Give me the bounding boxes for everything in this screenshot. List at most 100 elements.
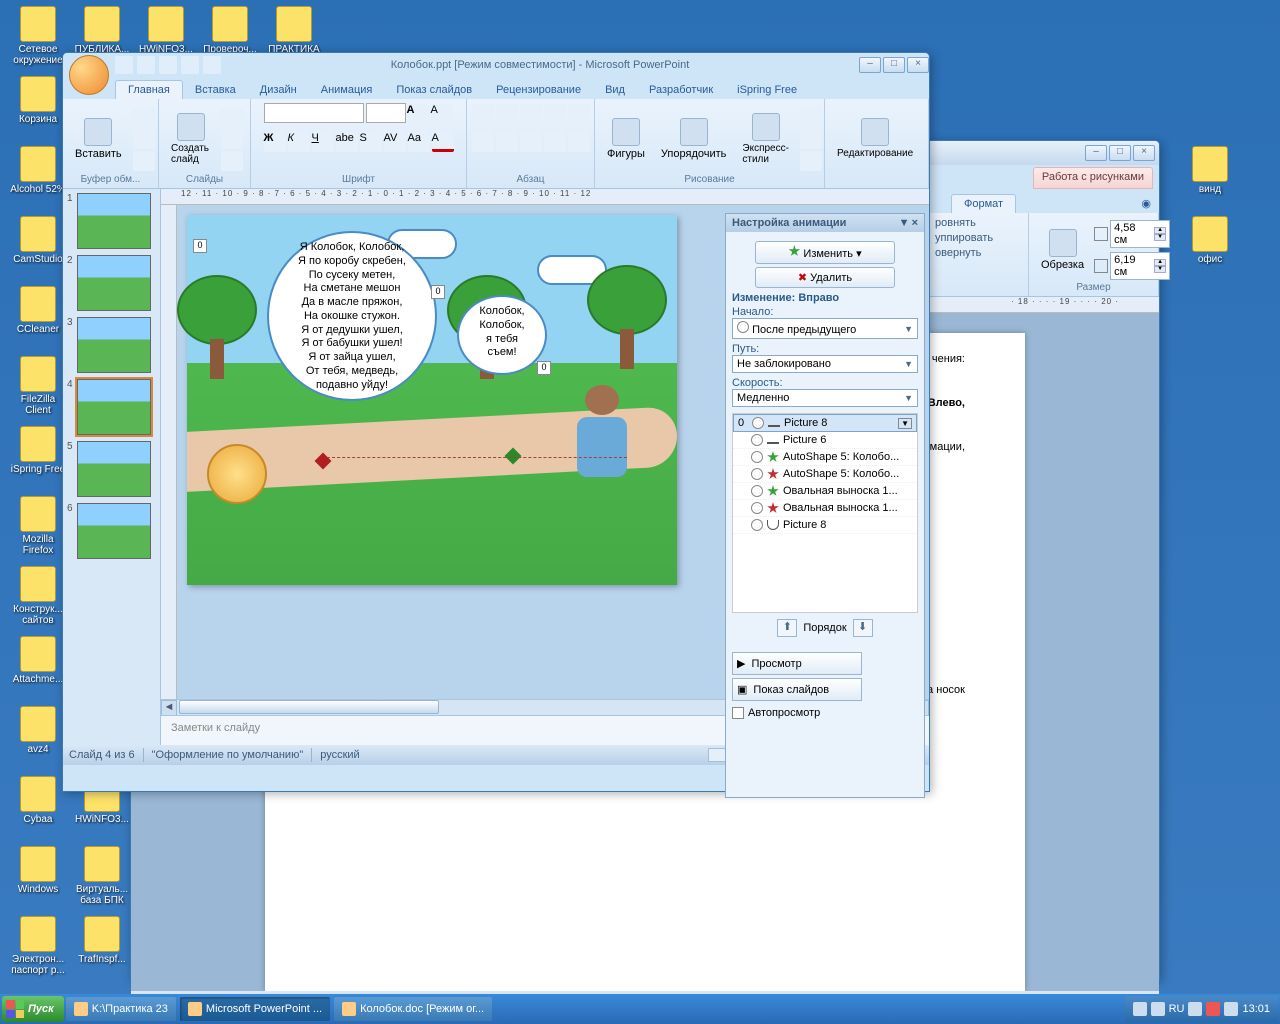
- taskbar-button[interactable]: Колобок.doc [Режим ог...: [334, 997, 492, 1021]
- animation-item[interactable]: Picture 6: [733, 432, 917, 449]
- undo-icon[interactable]: [137, 56, 155, 74]
- animation-item[interactable]: Picture 8: [733, 517, 917, 534]
- shape-fill-icon[interactable]: [800, 107, 822, 127]
- italic-icon[interactable]: К: [288, 132, 310, 152]
- slide-indicator[interactable]: Слайд 4 из 6: [69, 749, 135, 761]
- move-up-button[interactable]: ⬆: [777, 619, 797, 637]
- animation-item[interactable]: AutoShape 5: Колобо...: [733, 449, 917, 466]
- tray-icon[interactable]: [1188, 1002, 1202, 1016]
- item-dropdown-icon[interactable]: ▼: [898, 418, 912, 429]
- slide-thumbnail[interactable]: 1: [67, 193, 156, 249]
- numbering-icon[interactable]: [496, 104, 518, 124]
- desktop-icon[interactable]: винд: [1180, 146, 1240, 195]
- tray-icon[interactable]: [1206, 1002, 1220, 1016]
- close-button[interactable]: ×: [907, 57, 929, 73]
- minimize-button[interactable]: –: [1085, 145, 1107, 161]
- shrink-font-icon[interactable]: A: [431, 104, 453, 124]
- maximize-button[interactable]: □: [883, 57, 905, 73]
- tray-lang[interactable]: RU: [1169, 1003, 1185, 1015]
- align-center-icon[interactable]: [496, 132, 518, 152]
- save-icon[interactable]: [115, 56, 133, 74]
- pp-lang[interactable]: русский: [320, 749, 359, 761]
- change-case-icon[interactable]: Aa: [408, 132, 430, 152]
- redo-icon[interactable]: [159, 56, 177, 74]
- normal-view[interactable]: [708, 748, 726, 762]
- anim-pane-close-icon[interactable]: ×: [912, 217, 918, 229]
- underline-icon[interactable]: Ч: [312, 132, 334, 152]
- indent-left-icon[interactable]: [520, 104, 542, 124]
- line-spacing-icon[interactable]: [568, 104, 590, 124]
- speed-select[interactable]: Медленно▼: [732, 389, 918, 407]
- ribbon-tab-вставка[interactable]: Вставка: [183, 81, 248, 99]
- format-tab[interactable]: Формат: [951, 194, 1016, 213]
- scroll-left-icon[interactable]: ◄: [161, 700, 177, 716]
- tray-icon[interactable]: [1224, 1002, 1238, 1016]
- editing-button[interactable]: Редактирование: [831, 116, 919, 161]
- desktop-icon[interactable]: Attachme...: [8, 636, 68, 685]
- desktop-icon[interactable]: Провероч...: [200, 6, 260, 55]
- reset-icon[interactable]: [221, 129, 243, 149]
- print-preview-icon[interactable]: [203, 56, 221, 74]
- bullets-icon[interactable]: [472, 104, 494, 124]
- speech-bubble-1[interactable]: Я Колобок, Колобок, Я по коробу скребен,…: [267, 231, 437, 401]
- start-button[interactable]: Пуск: [2, 996, 64, 1022]
- desktop-icon[interactable]: iSpring Free: [8, 426, 68, 475]
- font-color-icon[interactable]: A: [432, 132, 454, 152]
- format-painter-icon[interactable]: [133, 151, 155, 171]
- animation-item[interactable]: Овальная выноска 1...: [733, 483, 917, 500]
- slideshow-button[interactable]: ▣ Показ слайдов: [732, 678, 862, 701]
- change-effect-button[interactable]: Изменить ▾: [755, 241, 895, 264]
- desktop-icon[interactable]: Конструк... сайтов: [8, 566, 68, 626]
- delete-slide-icon[interactable]: [221, 151, 243, 171]
- copy-icon[interactable]: [133, 129, 155, 149]
- align-left-icon[interactable]: [472, 132, 494, 152]
- shapes-button[interactable]: Фигуры: [601, 116, 651, 162]
- preview-button[interactable]: ▶ Просмотр: [732, 652, 862, 675]
- desktop-icon[interactable]: avz4: [8, 706, 68, 755]
- ribbon-tab-вид[interactable]: Вид: [593, 81, 637, 99]
- ribbon-tab-разработчик[interactable]: Разработчик: [637, 81, 725, 99]
- minimize-button[interactable]: –: [859, 57, 881, 73]
- close-button[interactable]: ×: [1133, 145, 1155, 161]
- desktop-icon[interactable]: FileZilla Client: [8, 356, 68, 416]
- desktop-icon[interactable]: Сетевое окружение: [8, 6, 68, 66]
- slide-thumbnail[interactable]: 6: [67, 503, 156, 559]
- slide-thumbnail[interactable]: 2: [67, 255, 156, 311]
- group-menu[interactable]: уппировать: [935, 232, 993, 244]
- ribbon-tab-показ-слайдов[interactable]: Показ слайдов: [384, 81, 484, 99]
- font-combo[interactable]: [264, 103, 364, 123]
- desktop-icon[interactable]: Windows: [8, 846, 68, 895]
- animation-item[interactable]: 0Picture 8▼: [733, 414, 917, 432]
- slide-thumbnail[interactable]: 3: [67, 317, 156, 373]
- remove-effect-button[interactable]: ✖ Удалить: [755, 267, 895, 288]
- ribbon-tab-анимация[interactable]: Анимация: [309, 81, 385, 99]
- shape-effects-icon[interactable]: [800, 151, 822, 171]
- ribbon-tab-главная[interactable]: Главная: [115, 80, 183, 99]
- rotate-menu[interactable]: овернуть: [935, 247, 981, 259]
- cut-icon[interactable]: [133, 107, 155, 127]
- desktop-icon[interactable]: HWiNFO3...: [136, 6, 196, 55]
- move-down-button[interactable]: ⬇: [853, 619, 873, 637]
- columns-icon[interactable]: [568, 132, 590, 152]
- align-menu[interactable]: ровнять: [935, 217, 976, 229]
- arrange-button[interactable]: Упорядочить: [655, 116, 732, 162]
- ribbon-tab-рецензирование[interactable]: Рецензирование: [484, 81, 593, 99]
- quick-styles-button[interactable]: Экспресс-стили: [736, 111, 795, 167]
- animation-item[interactable]: AutoShape 5: Колобо...: [733, 466, 917, 483]
- taskbar-button[interactable]: Microsoft PowerPoint ...: [180, 997, 330, 1021]
- animation-list[interactable]: 0Picture 8▼Picture 6AutoShape 5: Колобо.…: [732, 413, 918, 613]
- desktop-icon[interactable]: Электрон... паспорт р...: [8, 916, 68, 976]
- speech-bubble-2[interactable]: Колобок, Колобок, я тебя съем!: [457, 295, 547, 375]
- desktop-icon[interactable]: CamStudio: [8, 216, 68, 265]
- layout-icon[interactable]: [221, 107, 243, 127]
- shape-outline-icon[interactable]: [800, 129, 822, 149]
- motion-path-line[interactable]: [327, 457, 627, 458]
- strike-icon[interactable]: abe: [336, 132, 358, 152]
- desktop-icon[interactable]: TrafInspf...: [72, 916, 132, 965]
- animation-item[interactable]: Овальная выноска 1...: [733, 500, 917, 517]
- help-icon[interactable]: ◉: [1133, 194, 1159, 213]
- slide-thumbnail[interactable]: 5: [67, 441, 156, 497]
- desktop-icon[interactable]: Cybaa: [8, 776, 68, 825]
- width-input[interactable]: 6,19 см▲▼: [1110, 252, 1170, 280]
- kolobok-character[interactable]: [207, 444, 267, 504]
